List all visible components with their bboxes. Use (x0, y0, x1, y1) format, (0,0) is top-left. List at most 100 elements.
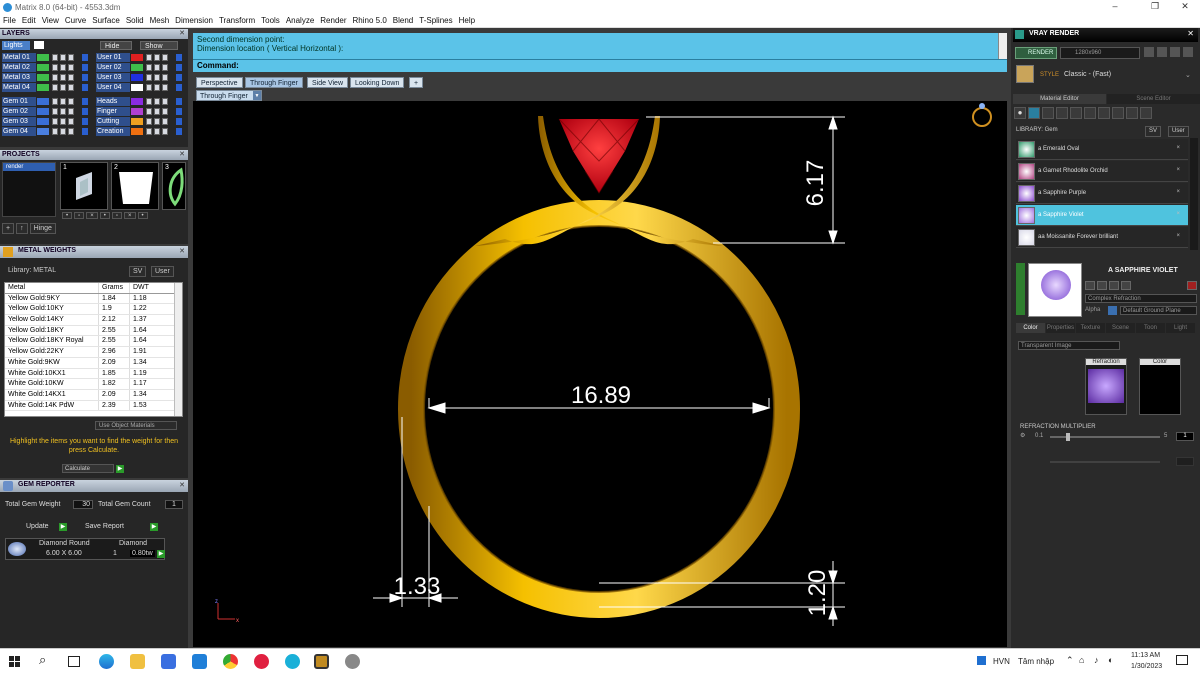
render-icon[interactable] (68, 64, 74, 71)
layer-select-icon[interactable] (176, 54, 182, 61)
task-view-icon[interactable] (68, 656, 80, 667)
app-icon[interactable] (285, 654, 300, 669)
tool-icon[interactable] (1144, 47, 1154, 57)
subtab-properties[interactable]: Properties (1046, 323, 1075, 333)
tool-icon[interactable] (1097, 281, 1107, 290)
remove-icon[interactable]: × (1176, 145, 1180, 151)
close-button[interactable]: ✕ (1170, 0, 1200, 14)
gem-go-icon[interactable]: ▶ (157, 550, 165, 558)
layer-select-icon[interactable] (82, 64, 88, 71)
remove-icon[interactable]: × (1176, 233, 1180, 239)
subtab-scene[interactable]: Scene (1106, 323, 1135, 333)
up-button[interactable]: ↑ (16, 223, 28, 234)
layer-select-icon[interactable] (82, 128, 88, 135)
layer-color-swatch[interactable] (131, 98, 143, 105)
visible-icon[interactable] (154, 128, 160, 135)
tool-icon[interactable] (1084, 107, 1096, 119)
remove-icon[interactable]: × (1176, 211, 1180, 217)
close-icon[interactable]: ✕ (179, 481, 185, 489)
layer-select-icon[interactable] (82, 98, 88, 105)
store-icon[interactable] (161, 654, 176, 669)
layer-color-swatch[interactable] (37, 64, 49, 71)
lock-icon[interactable] (52, 128, 58, 135)
gem-tool-icon[interactable] (1028, 107, 1040, 119)
layer-row[interactable]: User 03 (94, 73, 184, 82)
menu-item-edit[interactable]: Edit (19, 16, 39, 25)
layer-color-swatch[interactable] (37, 98, 49, 105)
remove-icon[interactable]: × (1176, 167, 1180, 173)
render-icon[interactable] (162, 84, 168, 91)
visible-icon[interactable] (60, 98, 66, 105)
layer-row[interactable]: Heads (94, 97, 184, 106)
subtab-toon[interactable]: Toon (1136, 323, 1165, 333)
drop-icon[interactable]: ● (1014, 107, 1026, 119)
lock-icon[interactable] (146, 98, 152, 105)
ring-view-icon[interactable] (972, 107, 992, 127)
tool-icon[interactable] (1085, 281, 1095, 290)
table-row[interactable]: White Gold:10KW 1.82 1.17 (5, 379, 182, 390)
resolution-field[interactable]: 1280x960 (1060, 47, 1140, 59)
close-icon[interactable]: ✕ (1187, 29, 1194, 38)
table-row[interactable]: White Gold:9KW 2.09 1.34 (5, 357, 182, 369)
chrome-icon[interactable] (223, 654, 238, 669)
color-slot[interactable]: Color (1139, 358, 1181, 415)
menu-item-view[interactable]: View (39, 16, 62, 25)
table-row[interactable]: White Gold:14KX1 2.09 1.34 (5, 389, 182, 401)
tool-icon[interactable] (1121, 281, 1131, 290)
gem-report-row[interactable]: Diamond Round Diamond 6.00 X 6.00 1 0.80… (5, 538, 165, 560)
render-icon[interactable] (68, 84, 74, 91)
add-view-tab[interactable]: + (409, 77, 424, 88)
layer-select-icon[interactable] (176, 118, 182, 125)
table-row[interactable]: Yellow Gold:10KY 1.9 1.22 (5, 304, 182, 316)
table-row[interactable]: White Gold:10KX1 1.85 1.19 (5, 368, 182, 380)
project-list[interactable]: render (2, 162, 56, 217)
layer-row[interactable]: Finger (94, 107, 184, 116)
input-method[interactable]: Tâm nhập (1018, 657, 1054, 666)
lock-icon[interactable] (52, 108, 58, 115)
tool-icon[interactable] (1070, 107, 1082, 119)
menu-item-curve[interactable]: Curve (62, 16, 89, 25)
render-icon[interactable] (162, 64, 168, 71)
layer-color-swatch[interactable] (37, 74, 49, 81)
render-icon[interactable] (162, 54, 168, 61)
language-indicator[interactable]: HVN (993, 657, 1010, 666)
file-explorer-icon[interactable] (130, 654, 145, 669)
visible-icon[interactable] (154, 54, 160, 61)
table-scrollbar[interactable] (174, 283, 182, 416)
menu-item-analyze[interactable]: Analyze (283, 16, 317, 25)
subtab-light[interactable]: Light (1166, 323, 1195, 333)
tab-side-view[interactable]: Side View (307, 77, 349, 88)
visible-icon[interactable] (60, 64, 66, 71)
calculate-button[interactable]: Calculate (62, 464, 114, 473)
save-report-button[interactable]: Save Report (85, 523, 124, 530)
layer-color-swatch[interactable] (131, 74, 143, 81)
lock-icon[interactable] (52, 64, 58, 71)
project-thumb-2[interactable]: 2 (111, 162, 159, 210)
rhino-icon[interactable] (345, 654, 360, 669)
complex-refraction-select[interactable]: Complex Refraction (1085, 294, 1197, 303)
tool-icon[interactable] (1183, 47, 1193, 57)
menu-item-mesh[interactable]: Mesh (147, 16, 173, 25)
refresh-icon[interactable] (1187, 281, 1197, 290)
visible-icon[interactable] (154, 84, 160, 91)
render-icon[interactable] (68, 128, 74, 135)
tab-perspective[interactable]: Perspective (196, 77, 243, 88)
layer-color-swatch[interactable] (37, 108, 49, 115)
layer-select-icon[interactable] (82, 54, 88, 61)
visible-icon[interactable] (154, 118, 160, 125)
ground-plane-select[interactable]: Default Ground Plane (1120, 306, 1197, 315)
lock-icon[interactable] (146, 118, 152, 125)
language-icon[interactable]: ◐ (1108, 655, 1113, 665)
lock-icon[interactable] (146, 84, 152, 91)
tool-icon[interactable] (1170, 47, 1180, 57)
start-button[interactable] (9, 656, 20, 667)
menu-item-blend[interactable]: Blend (390, 16, 416, 25)
visible-icon[interactable] (60, 128, 66, 135)
tool-icon[interactable] (1112, 107, 1124, 119)
visible-icon[interactable] (60, 54, 66, 61)
lock-icon[interactable] (52, 74, 58, 81)
layer-color-swatch[interactable] (131, 54, 143, 61)
library-sv-button[interactable]: SV (1145, 126, 1162, 137)
layer-row[interactable]: Metal 02 (0, 63, 90, 72)
restore-button[interactable]: ❐ (1140, 0, 1170, 14)
